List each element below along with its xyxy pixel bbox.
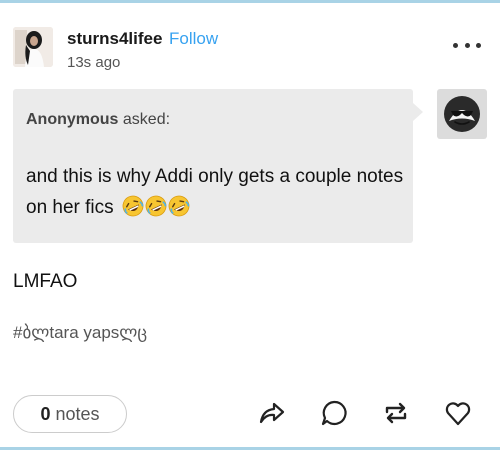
notes-button[interactable]: 0 notes: [13, 395, 127, 433]
asker-name: Anonymous: [26, 111, 119, 128]
anonymous-avatar: [437, 89, 487, 139]
user-avatar[interactable]: [13, 27, 53, 67]
notes-count: 0: [40, 403, 51, 424]
emoji-group: [122, 195, 190, 217]
rofl-emoji-icon: [122, 195, 144, 217]
rofl-emoji-icon: [145, 195, 167, 217]
reply-icon[interactable]: [319, 398, 349, 428]
reblog-icon[interactable]: [381, 398, 411, 428]
post-card: sturns4lifee Follow 13s ago Anonymous as…: [0, 0, 500, 450]
question-text: and this is why Addi only gets a couple …: [26, 166, 404, 218]
post-tag[interactable]: #ბლtara yapsლც: [13, 323, 147, 343]
more-dots-icon[interactable]: [453, 39, 481, 51]
anonymous-sunglasses-icon: [444, 96, 480, 132]
notes-label: notes: [55, 403, 100, 424]
follow-button[interactable]: Follow: [169, 29, 218, 49]
post-body-text: LMFAO: [13, 271, 78, 292]
username-link[interactable]: sturns4lifee: [67, 29, 162, 49]
ask-bubble: Anonymous asked: and this is why Addi on…: [13, 89, 423, 243]
asker-line: Anonymous asked:: [26, 111, 170, 129]
post-timestamp: 13s ago: [67, 54, 121, 71]
post-header: sturns4lifee Follow 13s ago: [13, 27, 487, 71]
rofl-emoji-icon: [168, 195, 190, 217]
asked-label: asked:: [122, 111, 171, 128]
heart-icon[interactable]: [443, 398, 473, 428]
share-icon[interactable]: [257, 398, 287, 428]
ask-question: and this is why Addi only gets a couple …: [26, 161, 406, 223]
